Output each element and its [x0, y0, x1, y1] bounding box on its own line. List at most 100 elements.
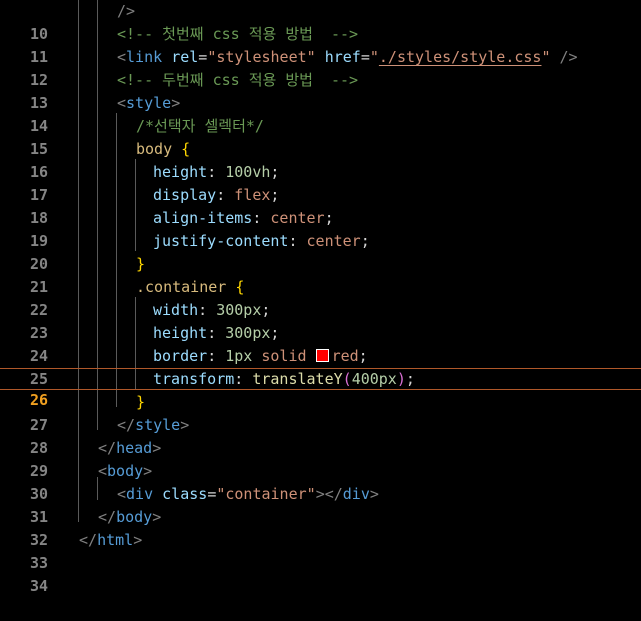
tag-bracket: >	[315, 485, 325, 503]
code-line-22[interactable]: 22 .container {	[0, 276, 641, 319]
attr-quote: "	[541, 48, 551, 66]
colon: :	[207, 324, 217, 342]
css-value: 300px	[216, 301, 262, 319]
colon: :	[207, 347, 217, 365]
colon: :	[234, 370, 244, 388]
css-value: center	[270, 209, 325, 227]
css-value: red	[331, 347, 359, 365]
css-function: translateY	[252, 370, 343, 388]
tag-bracket: <	[117, 94, 127, 112]
code-line-26[interactable]: 26 transform: translateY(400px);	[0, 368, 641, 409]
attr-equals: =	[207, 485, 217, 503]
code-line-13[interactable]: 13 <!-- 두번째 css 적용 방법 -->	[0, 69, 641, 112]
tag-bracket: </	[98, 439, 117, 457]
attr-quote: "	[369, 48, 379, 66]
css-selector: .container	[136, 278, 227, 296]
tag-name: html	[97, 531, 134, 549]
tag-bracket: <	[117, 485, 127, 503]
colon: :	[288, 232, 298, 250]
code-line-18[interactable]: 18 display: flex;	[0, 184, 641, 227]
code-line-28[interactable]: 28 </style>	[0, 414, 641, 457]
attr-name: href	[324, 48, 361, 66]
code-line-16[interactable]: 16 body {	[0, 138, 641, 181]
css-property: height	[153, 163, 208, 181]
paren: (	[342, 370, 352, 388]
open-brace: {	[235, 278, 245, 296]
tag-close: />	[117, 2, 136, 20]
tag-bracket: <	[98, 462, 108, 480]
attr-equals: =	[360, 48, 370, 66]
css-value: center	[306, 232, 361, 250]
css-property: align-items	[153, 209, 253, 227]
tag-bracket: >	[369, 485, 379, 503]
code-line-27[interactable]: 27 }	[0, 391, 641, 434]
tag-bracket: </	[98, 508, 117, 526]
html-comment: <!-- 두번째 css 적용 방법 -->	[117, 71, 359, 89]
tag-name: head	[116, 439, 153, 457]
code-line-29[interactable]: 29 </head>	[0, 437, 641, 480]
tag-name: body	[107, 462, 144, 480]
html-comment: <!-- 첫번째 css 적용 방법 -->	[117, 25, 359, 43]
tag-name: link	[126, 48, 163, 66]
code-line-24[interactable]: 24 height: 300px;	[0, 322, 641, 365]
tag-name: div	[126, 485, 154, 503]
attr-name: class	[162, 485, 208, 503]
css-property: border	[153, 347, 208, 365]
code-line-34[interactable]: 34	[0, 552, 641, 595]
code-line-14[interactable]: 14 <style>	[0, 92, 641, 135]
css-value: 400px	[351, 370, 397, 388]
code-line-32[interactable]: 32 </body>	[0, 506, 641, 549]
code-line-30[interactable]: 30 <body>	[0, 460, 641, 503]
css-value: flex	[234, 186, 271, 204]
code-line-12[interactable]: 12 <link rel="stylesheet" href="./styles…	[0, 46, 641, 89]
code-line-19[interactable]: 19 align-items: center;	[0, 207, 641, 250]
code-line-25[interactable]: 25 border: 1px solid red;	[0, 345, 641, 388]
tag-bracket: >	[171, 94, 181, 112]
css-comment: /*선택자 셀렉터*/	[136, 117, 264, 135]
tag-bracket: </	[117, 416, 136, 434]
css-property: width	[153, 301, 199, 319]
code-line-21[interactable]: 21 }	[0, 253, 641, 296]
css-property: height	[153, 324, 208, 342]
code-line-23[interactable]: 23 width: 300px;	[0, 299, 641, 342]
code-line-10[interactable]: 10 />	[0, 0, 641, 43]
semicolon: ;	[405, 370, 415, 388]
tag-bracket: </	[79, 531, 98, 549]
stylesheet-link[interactable]: ./styles/style.css	[379, 48, 542, 66]
semicolon: ;	[360, 232, 370, 250]
open-brace: {	[181, 140, 191, 158]
tag-name: style	[126, 94, 172, 112]
code-line-31[interactable]: 31 <div class="container"></div>	[0, 483, 641, 526]
css-value: 1px	[225, 347, 253, 365]
tag-bracket: >	[180, 416, 190, 434]
tag-bracket: >	[152, 439, 162, 457]
tag-name: div	[342, 485, 370, 503]
tag-close: />	[559, 48, 578, 66]
semicolon: ;	[358, 347, 368, 365]
colon: :	[198, 301, 208, 319]
code-line-17[interactable]: 17 height: 100vh;	[0, 161, 641, 204]
close-brace: }	[136, 255, 146, 273]
tag-name: body	[116, 508, 153, 526]
semicolon: ;	[270, 186, 280, 204]
code-editor[interactable]: 10 /> 11 <!-- 첫번째 css 적용 방법 --> 12 <link…	[0, 0, 641, 595]
css-value: solid	[261, 347, 307, 365]
css-property: justify-content	[153, 232, 289, 250]
tag-bracket: >	[152, 508, 162, 526]
attr-name: rel	[171, 48, 199, 66]
code-line-20[interactable]: 20 justify-content: center;	[0, 230, 641, 273]
attr-value: "container"	[216, 485, 316, 503]
tag-name: style	[135, 416, 181, 434]
tag-bracket: >	[143, 462, 153, 480]
semicolon: ;	[324, 209, 334, 227]
colon: :	[252, 209, 262, 227]
code-line-11[interactable]: 11 <!-- 첫번째 css 적용 방법 -->	[0, 23, 641, 66]
css-value: 300px	[225, 324, 271, 342]
css-property: display	[153, 186, 217, 204]
code-line-15[interactable]: 15 /*선택자 셀렉터*/	[0, 115, 641, 158]
color-swatch-icon[interactable]	[315, 349, 329, 362]
code-line-33[interactable]: 33 </html>	[0, 529, 641, 572]
tag-bracket: <	[117, 48, 127, 66]
tag-bracket: </	[324, 485, 343, 503]
close-brace: }	[136, 393, 146, 411]
